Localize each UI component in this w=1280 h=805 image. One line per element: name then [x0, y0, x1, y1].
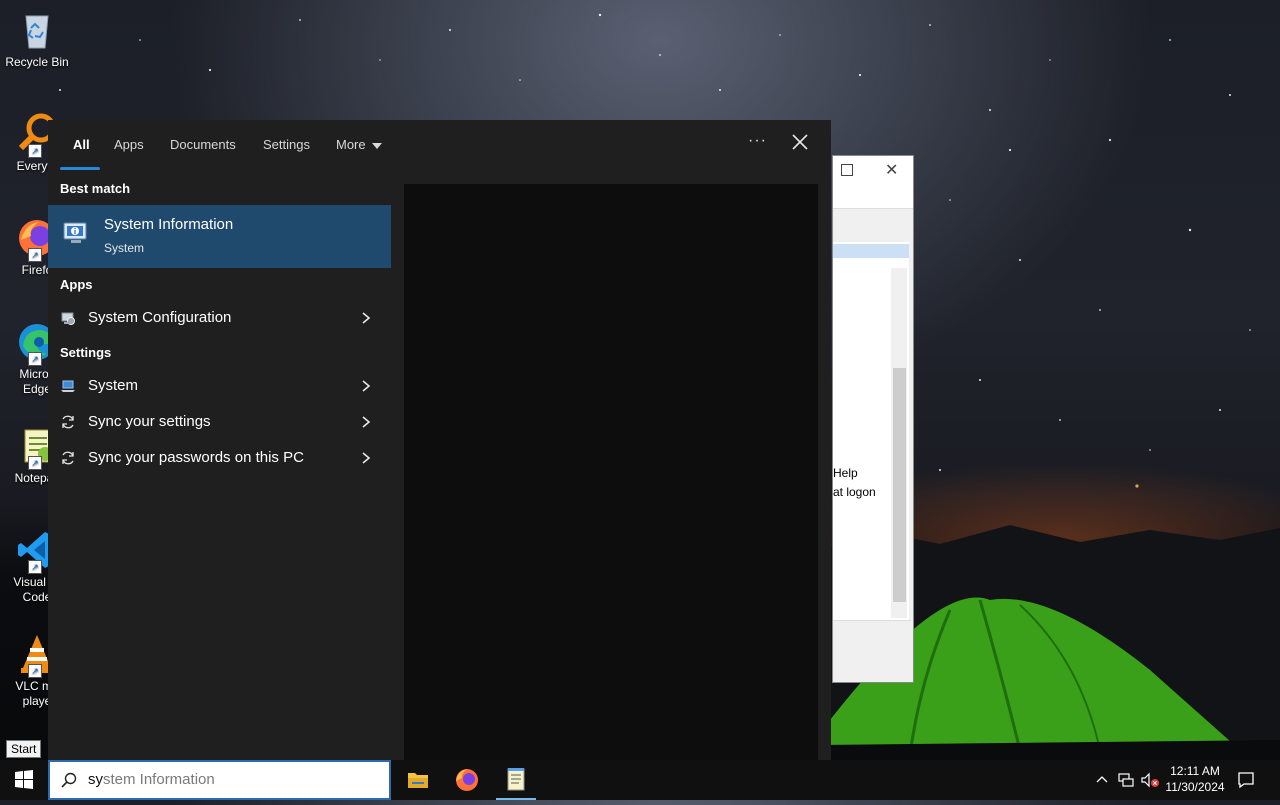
start-tooltip: Start: [6, 740, 42, 758]
system-laptop-icon: [61, 380, 75, 392]
background-window-titlebar[interactable]: ✕: [833, 156, 913, 186]
start-button[interactable]: [0, 760, 48, 800]
result-label: System Configuration: [88, 309, 232, 326]
tab-more-label: More: [336, 137, 366, 152]
background-window-text-help: Help: [833, 466, 858, 480]
chevron-right-icon[interactable]: [361, 451, 371, 465]
start-search-panel: All Apps Documents Settings More ··· Bes…: [48, 120, 831, 760]
horizontal-scrollbar[interactable]: [833, 620, 911, 637]
close-icon[interactable]: ✕: [885, 160, 898, 180]
file-explorer-icon: [408, 773, 428, 788]
chevron-right-icon[interactable]: [361, 311, 371, 325]
taskbar-notepad[interactable]: [492, 760, 540, 800]
firefox-icon: [456, 769, 478, 791]
notification-center-icon[interactable]: [1236, 770, 1256, 790]
chevron-right-icon[interactable]: [361, 415, 371, 429]
tab-apps[interactable]: Apps: [114, 137, 144, 152]
taskbar-firefox[interactable]: [443, 760, 491, 800]
best-match-result[interactable]: System Information System: [48, 205, 391, 268]
background-window-text-logon: at logon: [833, 485, 876, 499]
sync-icon: [62, 451, 74, 465]
result-preview-pane: [404, 184, 818, 760]
recycle-bin-icon: [15, 8, 59, 52]
chevron-down-icon: [371, 142, 382, 149]
result-label: System: [88, 377, 139, 394]
system-configuration-icon: [61, 312, 75, 325]
search-filter-tabs: All Apps Documents Settings More ···: [48, 120, 831, 176]
chevron-up-icon[interactable]: [1094, 772, 1110, 788]
taskbar-search-box[interactable]: system Information: [48, 760, 391, 800]
search-text: system Information: [88, 771, 215, 788]
best-match-title: System Information: [104, 216, 234, 233]
scrollbar-thumb[interactable]: [893, 368, 906, 602]
apps-heading: Apps: [60, 277, 93, 292]
more-options-button[interactable]: ···: [748, 132, 767, 150]
chevron-right-icon[interactable]: [361, 379, 371, 393]
shortcut-arrow-icon: ↗: [28, 664, 42, 678]
background-window-toolbar: [833, 186, 913, 209]
clock-date: 11/30/2024: [1165, 780, 1225, 794]
taskbar-file-explorer[interactable]: [394, 760, 442, 800]
tab-more[interactable]: More: [336, 137, 382, 152]
settings-heading: Settings: [60, 345, 112, 360]
volume-muted-icon[interactable]: [1140, 771, 1160, 789]
active-tab-indicator: [60, 167, 100, 170]
result-sync-your-passwords[interactable]: Sync your passwords on this PC: [48, 441, 391, 475]
maximize-icon[interactable]: [841, 164, 853, 176]
shortcut-arrow-icon: ↗: [28, 456, 42, 470]
result-label: Sync your passwords on this PC: [88, 449, 304, 466]
windows-logo-icon: [15, 770, 33, 789]
tab-documents[interactable]: Documents: [170, 137, 236, 152]
result-system[interactable]: System: [48, 369, 391, 403]
result-label: Sync your settings: [88, 413, 211, 430]
best-match-heading: Best match: [60, 181, 131, 196]
shortcut-arrow-icon: ↗: [28, 248, 42, 262]
result-sync-your-settings[interactable]: Sync your settings: [48, 405, 391, 439]
network-icon[interactable]: [1117, 771, 1135, 789]
background-window-selected-row[interactable]: [833, 244, 909, 258]
notepad-icon: [507, 768, 525, 791]
tab-all[interactable]: All: [73, 137, 90, 152]
best-match-subtitle: System: [104, 241, 145, 255]
desktop-icon-recycle-bin[interactable]: Recycle Bin: [0, 8, 74, 70]
system-clock[interactable]: 12:11 AM 11/30/2024: [1158, 763, 1232, 795]
close-icon[interactable]: [788, 130, 812, 154]
desktop-icon-label: Recycle Bin: [5, 55, 69, 69]
tab-settings[interactable]: Settings: [263, 137, 310, 152]
shortcut-arrow-icon: ↗: [28, 144, 42, 158]
clock-time: 12:11 AM: [1170, 764, 1220, 778]
sync-icon: [62, 415, 74, 429]
shortcut-arrow-icon: ↗: [28, 560, 42, 574]
search-typed-text: sy: [88, 771, 103, 788]
system-information-icon: [63, 222, 87, 243]
result-system-configuration[interactable]: System Configuration: [48, 301, 391, 335]
background-window[interactable]: ✕ Help at logon: [832, 155, 914, 683]
search-icon: [61, 772, 77, 788]
search-autocomplete-suggestion: stem Information: [103, 771, 215, 788]
shortcut-arrow-icon: ↗: [28, 352, 42, 366]
